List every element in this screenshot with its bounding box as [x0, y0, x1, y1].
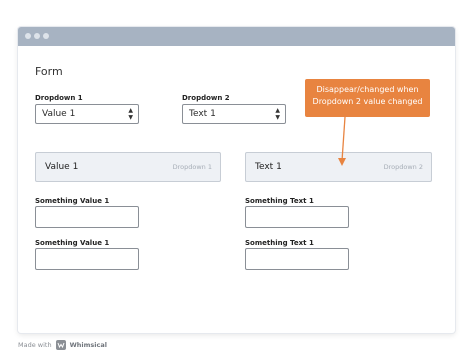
- footer: Made with Whimsical: [18, 340, 107, 350]
- whimsical-logo-icon: [55, 340, 66, 350]
- annotation-arrow-icon: [338, 116, 346, 166]
- made-with-label: Made with: [18, 341, 52, 349]
- whimsical-brand: Whimsical: [69, 341, 107, 349]
- app-window: Form Dropdown 1 Value 1 ▲ ▼ Dropdown 2 Te…: [18, 27, 455, 333]
